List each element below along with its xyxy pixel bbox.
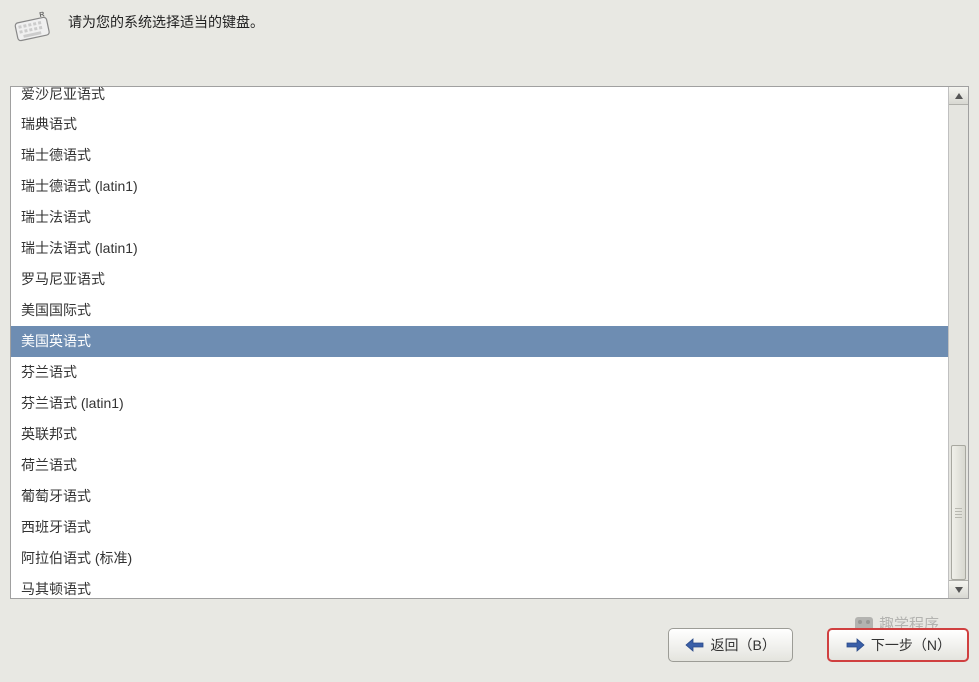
keyboard-list-container: 爱沙尼亚语式 瑞典语式 瑞士德语式 瑞士德语式 (latin1) 瑞士法语式 瑞… xyxy=(10,86,969,599)
scroll-down-button[interactable] xyxy=(949,580,968,598)
list-item[interactable]: 爱沙尼亚语式 xyxy=(11,87,948,109)
list-item[interactable]: 阿拉伯语式 (标准) xyxy=(11,543,948,574)
keyboard-list[interactable]: 爱沙尼亚语式 瑞典语式 瑞士德语式 瑞士德语式 (latin1) 瑞士法语式 瑞… xyxy=(11,87,948,598)
list-item[interactable]: 英联邦式 xyxy=(11,419,948,450)
svg-text:R: R xyxy=(39,11,45,19)
chevron-up-icon xyxy=(955,93,963,99)
list-item[interactable]: 罗马尼亚语式 xyxy=(11,264,948,295)
back-button[interactable]: 返回（B） xyxy=(668,628,793,662)
list-item[interactable]: 马其顿语式 xyxy=(11,574,948,598)
list-item[interactable]: 瑞士法语式 (latin1) xyxy=(11,233,948,264)
keyboard-icon: R xyxy=(10,6,54,50)
list-item[interactable]: 瑞士法语式 xyxy=(11,202,948,233)
list-item[interactable]: 瑞士德语式 (latin1) xyxy=(11,171,948,202)
scroll-up-button[interactable] xyxy=(949,87,968,105)
list-item[interactable]: 芬兰语式 xyxy=(11,357,948,388)
scroll-thumb[interactable] xyxy=(951,445,966,580)
list-item[interactable]: 西班牙语式 xyxy=(11,512,948,543)
next-button-label: 下一步（N） xyxy=(871,635,951,655)
list-item-selected[interactable]: 美国英语式 xyxy=(11,326,948,357)
back-button-label: 返回（B） xyxy=(711,635,776,655)
chevron-down-icon xyxy=(955,587,963,593)
list-item[interactable]: 荷兰语式 xyxy=(11,450,948,481)
arrow-right-icon xyxy=(845,637,865,653)
scrollbar[interactable] xyxy=(948,87,968,598)
list-item[interactable]: 瑞典语式 xyxy=(11,109,948,140)
list-item[interactable]: 瑞士德语式 xyxy=(11,140,948,171)
header: R 请为您的系统选择适当的键盘。 xyxy=(0,0,979,56)
instruction-text: 请为您的系统选择适当的键盘。 xyxy=(68,6,264,32)
scroll-track[interactable] xyxy=(949,105,968,598)
arrow-left-icon xyxy=(685,637,705,653)
list-item[interactable]: 芬兰语式 (latin1) xyxy=(11,388,948,419)
list-item[interactable]: 葡萄牙语式 xyxy=(11,481,948,512)
button-bar: 返回（B） 下一步（N） xyxy=(668,628,969,662)
next-button[interactable]: 下一步（N） xyxy=(827,628,969,662)
list-item[interactable]: 美国国际式 xyxy=(11,295,948,326)
